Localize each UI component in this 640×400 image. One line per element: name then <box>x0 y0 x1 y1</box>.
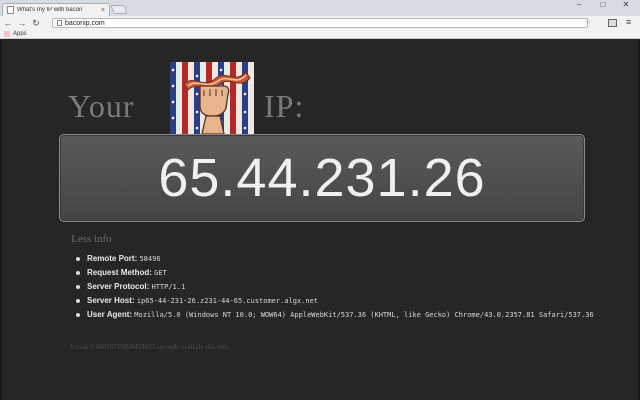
tab-strip: What's my IP with bacon × – □ ✕ <box>0 0 640 16</box>
detail-value: ip65-44-231-26.z231-44-65.customer.algx.… <box>136 297 319 305</box>
reload-button[interactable]: ↻ <box>30 17 42 29</box>
detail-label: Server Protocol: <box>87 282 150 291</box>
request-details-list: Remote Port: 58496 Request Method: GET S… <box>76 254 596 324</box>
detail-value: Mozilla/5.0 (Windows NT 10.0; WOW64) App… <box>134 311 594 319</box>
address-bar[interactable]: baconip.com <box>52 18 588 28</box>
tab-title: What's my IP with bacon <box>17 7 83 13</box>
browser-tab[interactable]: What's my IP with bacon × <box>2 3 110 16</box>
bullet <box>76 285 80 289</box>
back-button[interactable]: ← <box>2 17 14 29</box>
page-favicon-icon <box>7 6 14 14</box>
detail-label: Server Host: <box>87 296 135 305</box>
list-item: Remote Port: 58496 <box>76 254 596 264</box>
apps-bookmark[interactable]: Apps <box>13 31 27 37</box>
window-maximize-button[interactable]: □ <box>594 0 612 10</box>
bullet <box>76 271 80 275</box>
new-tab-button[interactable] <box>110 5 128 14</box>
forward-button[interactable]: → <box>16 17 28 29</box>
bullet <box>76 257 80 261</box>
page-content: Your IP: 65.44.231.26 Less info Remote P… <box>0 40 640 400</box>
extension-icon[interactable] <box>608 19 617 27</box>
window-close-button[interactable]: ✕ <box>617 0 635 10</box>
detail-value: GET <box>154 269 167 277</box>
detail-label: Remote Port: <box>87 254 138 263</box>
apps-grid-icon <box>4 31 10 37</box>
bookmark-star-icon[interactable]: ☆ <box>585 17 592 26</box>
bookmarks-bar: Apps <box>0 30 640 39</box>
address-url[interactable]: baconip.com <box>65 20 105 27</box>
chrome-menu-icon[interactable]: ≡ <box>626 17 631 27</box>
timing-footnote: It took 0.00018715858459473 seconds to s… <box>70 343 231 351</box>
list-item: Server Protocol: HTTP/1.1 <box>76 282 596 292</box>
heading-ip: IP: <box>264 88 305 124</box>
window-minimize-button[interactable]: – <box>570 0 588 10</box>
detail-value: 58496 <box>139 255 161 263</box>
list-item: User Agent: Mozilla/5.0 (Windows NT 10.0… <box>76 310 596 320</box>
bullet <box>76 299 80 303</box>
list-item: Request Method: GET <box>76 268 596 278</box>
detail-label: User Agent: <box>87 310 133 319</box>
ip-address-box: 65.44.231.26 <box>59 134 585 222</box>
heading-your: Your <box>68 88 135 124</box>
browser-toolbar: ← → ↻ baconip.com <box>0 16 640 30</box>
tab-close-icon[interactable]: × <box>101 7 105 14</box>
bacon-fist-logo-icon <box>170 62 254 134</box>
bullet <box>76 313 80 317</box>
detail-value: HTTP/1.1 <box>151 283 186 291</box>
list-item: Server Host: ip65-44-231-26.z231-44-65.c… <box>76 296 596 306</box>
detail-label: Request Method: <box>87 268 152 277</box>
ip-address-value[interactable]: 65.44.231.26 <box>158 147 485 209</box>
page-icon <box>57 20 62 26</box>
less-info-link[interactable]: Less info <box>71 233 112 245</box>
